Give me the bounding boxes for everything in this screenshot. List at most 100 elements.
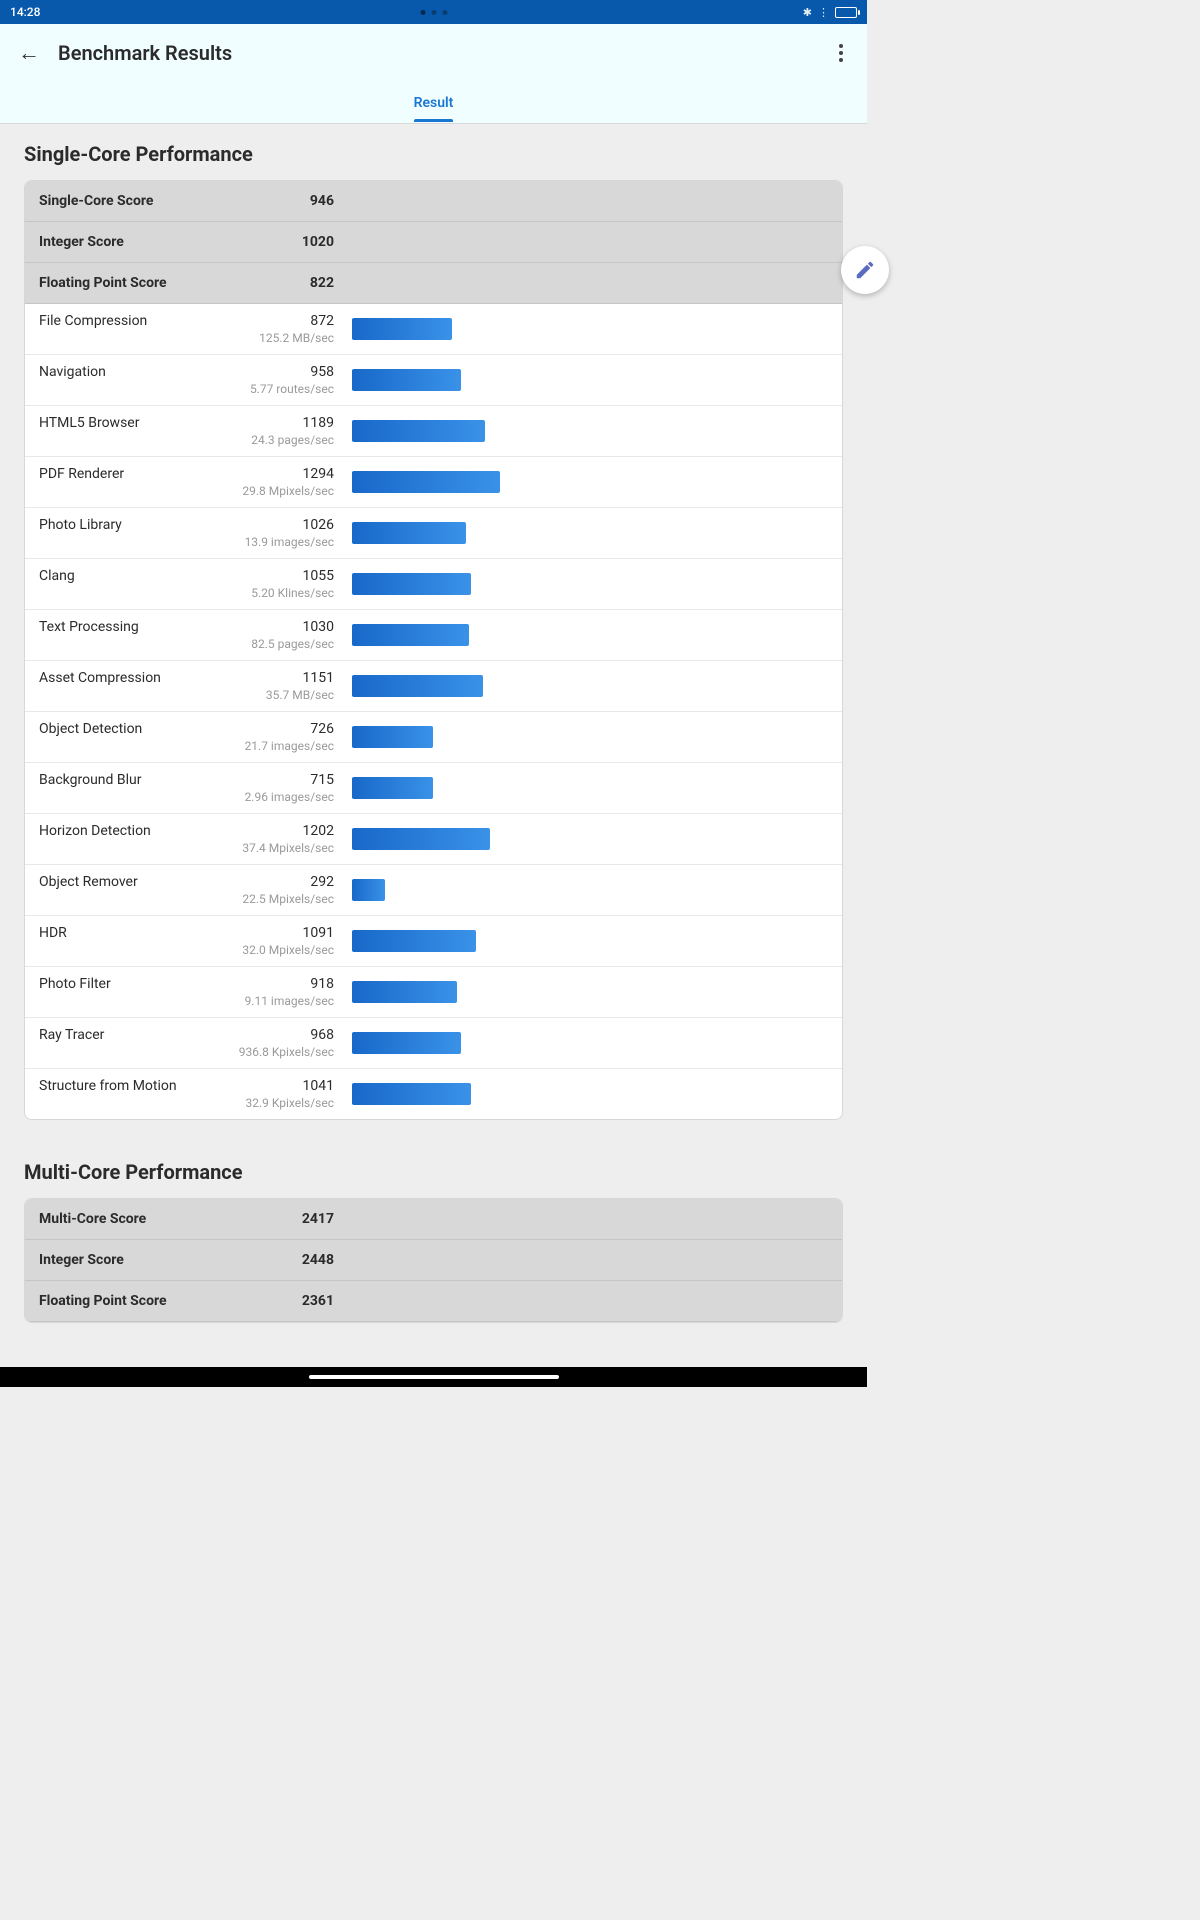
benchmark-score: 958 (284, 364, 334, 380)
benchmark-labels: Text Processing103082.5 pages/sec (39, 619, 334, 651)
benchmark-name: File Compression (39, 313, 219, 329)
benchmark-name: Ray Tracer (39, 1027, 219, 1043)
benchmark-labels: PDF Renderer129429.8 Mpixels/sec (39, 466, 334, 498)
multi-core-card: Multi-Core Score2417Integer Score2448Flo… (24, 1198, 843, 1323)
benchmark-score: 1026 (284, 517, 334, 533)
benchmark-score: 1091 (284, 925, 334, 941)
benchmark-row: Background Blur7152.96 images/sec (25, 763, 842, 814)
benchmark-subtext: 22.5 Mpixels/sec (39, 892, 334, 906)
benchmark-subtext: 125.2 MB/sec (39, 331, 334, 345)
benchmark-name: Horizon Detection (39, 823, 219, 839)
benchmark-bar (352, 471, 500, 493)
benchmark-row: Clang10555.20 Klines/sec (25, 559, 842, 610)
benchmark-row: Asset Compression 1151 35.7 MB/sec (25, 661, 842, 712)
section-title-single-core: Single-Core Performance (0, 124, 867, 180)
benchmark-labels: File Compression872125.2 MB/sec (39, 313, 334, 345)
benchmark-name: HDR (39, 925, 219, 941)
benchmark-labels: Navigation9585.77 routes/sec (39, 364, 334, 396)
summary-value: 2448 (284, 1252, 334, 1268)
benchmark-bar-cell (334, 471, 828, 493)
benchmark-name: Photo Library (39, 517, 219, 533)
benchmark-name: Text Processing (39, 619, 219, 635)
benchmark-subtext: 5.20 Klines/sec (39, 586, 334, 600)
content-area: Single-Core Performance Single-Core Scor… (0, 124, 867, 1323)
benchmark-row: HTML5 Browser118924.3 pages/sec (25, 406, 842, 457)
benchmark-bar-cell (334, 981, 828, 1003)
summary-row: Floating Point Score822 (25, 263, 842, 304)
benchmark-labels: Object Detection72621.7 images/sec (39, 721, 334, 753)
benchmark-score: 292 (284, 874, 334, 890)
benchmark-bar (352, 777, 433, 799)
benchmark-name: Object Detection (39, 721, 219, 737)
status-time: 14:28 (10, 5, 40, 19)
pencil-icon (854, 259, 876, 281)
benchmark-name: Asset Compression (39, 670, 219, 686)
benchmark-score: 1202 (284, 823, 334, 839)
benchmark-bar-cell (334, 930, 828, 952)
benchmark-bar-cell (334, 777, 828, 799)
benchmark-row: File Compression872125.2 MB/sec (25, 304, 842, 355)
navigation-bar[interactable] (0, 1367, 867, 1387)
benchmark-bar-cell (334, 522, 828, 544)
benchmark-labels: Background Blur7152.96 images/sec (39, 772, 334, 804)
summary-row: Multi-Core Score2417 (25, 1199, 842, 1240)
benchmark-subtext: 5.77 routes/sec (39, 382, 334, 396)
summary-label: Integer Score (39, 1252, 284, 1268)
benchmark-bar-cell (334, 1083, 828, 1105)
benchmark-subtext: 37.4 Mpixels/sec (39, 841, 334, 855)
summary-label: Multi-Core Score (39, 1211, 284, 1227)
single-core-card: Single-Core Score946Integer Score1020Flo… (24, 180, 843, 1120)
benchmark-bar-cell (334, 726, 828, 748)
benchmark-row: Ray Tracer968936.8 Kpixels/sec (25, 1018, 842, 1069)
summary-row: Integer Score2448 (25, 1240, 842, 1281)
benchmark-row: Photo Library102613.9 images/sec (25, 508, 842, 559)
benchmark-row: Text Processing103082.5 pages/sec (25, 610, 842, 661)
benchmark-bar (352, 624, 469, 646)
benchmark-score: 918 (284, 976, 334, 992)
benchmark-subtext: 29.8 Mpixels/sec (39, 484, 334, 498)
page-title: Benchmark Results (58, 41, 815, 65)
benchmark-subtext: 82.5 pages/sec (39, 637, 334, 651)
benchmark-row: Navigation9585.77 routes/sec (25, 355, 842, 406)
benchmark-row: Photo Filter9189.11 images/sec (25, 967, 842, 1018)
status-bar: 14:28 ✱ ⋮ (0, 0, 867, 24)
home-pill[interactable] (309, 1375, 559, 1379)
wifi-icon: ⋮ (818, 6, 829, 19)
tab-result[interactable]: Result (410, 85, 458, 121)
benchmark-bar-cell (334, 1032, 828, 1054)
benchmark-labels: Ray Tracer968936.8 Kpixels/sec (39, 1027, 334, 1059)
benchmark-bar (352, 879, 385, 901)
benchmark-bar (352, 828, 490, 850)
benchmark-subtext: 936.8 Kpixels/sec (39, 1045, 334, 1059)
benchmark-bar (352, 981, 457, 1003)
benchmark-bar-cell (334, 879, 828, 901)
summary-label: Floating Point Score (39, 1293, 284, 1309)
benchmark-name: Structure from Motion (39, 1078, 219, 1094)
summary-label: Integer Score (39, 234, 284, 250)
benchmark-subtext: 35.7 MB/sec (39, 688, 334, 702)
benchmark-bar-cell (334, 624, 828, 646)
summary-value: 2361 (284, 1293, 334, 1309)
benchmark-name: HTML5 Browser (39, 415, 219, 431)
summary-row: Integer Score1020 (25, 222, 842, 263)
benchmark-bar (352, 318, 452, 340)
back-button[interactable]: ← (18, 40, 40, 66)
benchmark-bar (352, 930, 476, 952)
benchmark-subtext: 24.3 pages/sec (39, 433, 334, 447)
benchmark-name: Background Blur (39, 772, 219, 788)
benchmark-score: 1055 (284, 568, 334, 584)
benchmark-bar (352, 1032, 461, 1054)
more-menu-button[interactable] (833, 38, 849, 68)
benchmark-subtext: 9.11 images/sec (39, 994, 334, 1008)
benchmark-score: 1151 (284, 670, 334, 686)
benchmark-labels: Photo Filter9189.11 images/sec (39, 976, 334, 1008)
benchmark-subtext: 21.7 images/sec (39, 739, 334, 753)
edit-fab-button[interactable] (841, 246, 889, 294)
benchmark-bar (352, 675, 483, 697)
benchmark-labels: Structure from Motion104132.9 Kpixels/se… (39, 1078, 334, 1110)
benchmark-bar (352, 726, 433, 748)
benchmark-row: HDR109132.0 Mpixels/sec (25, 916, 842, 967)
tab-bar: Result (0, 82, 867, 124)
benchmark-bar-cell (334, 420, 828, 442)
benchmark-name: PDF Renderer (39, 466, 219, 482)
